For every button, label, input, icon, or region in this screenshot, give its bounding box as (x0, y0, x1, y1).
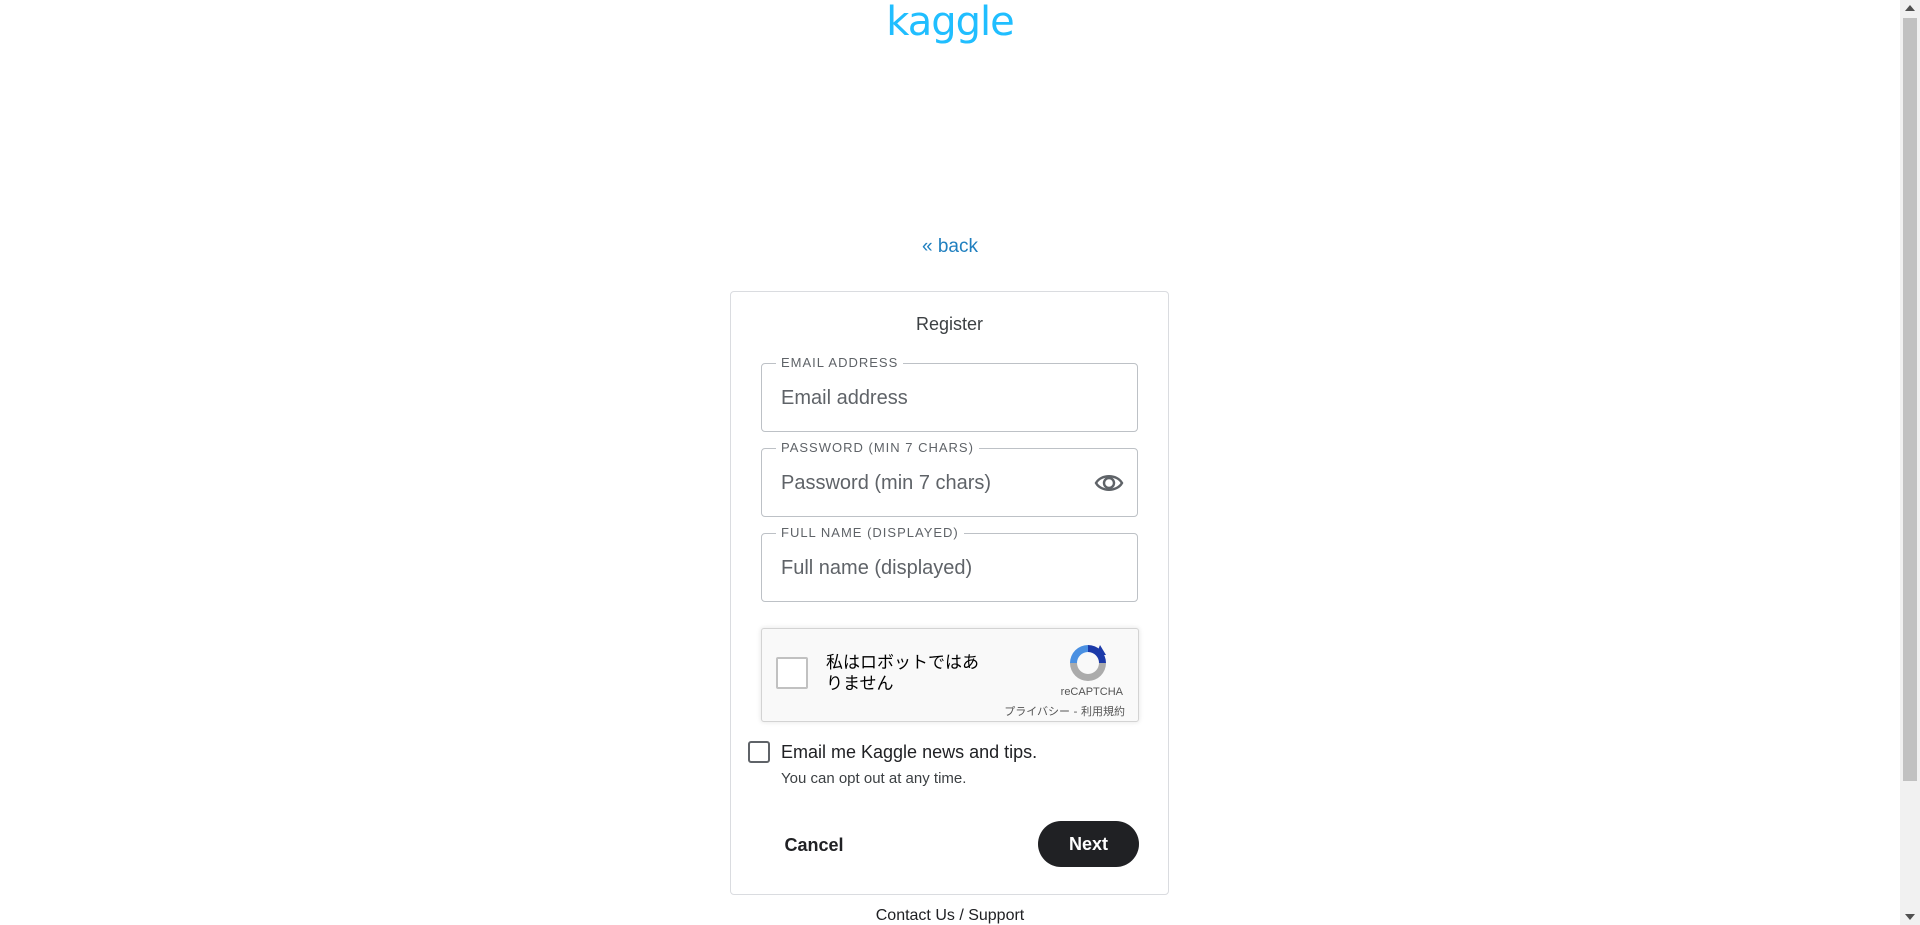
contact-support-link[interactable]: Contact Us / Support (0, 907, 1900, 925)
recaptcha-links: プライバシー - 利用規約 (1004, 703, 1125, 719)
cancel-button[interactable]: Cancel (769, 823, 859, 867)
full-name-field: FULL NAME (DISPLAYED) (761, 525, 1138, 602)
recaptcha-widget: 私はロボットではありません reCAPTCHA プライバシー - 利用規約 (761, 628, 1139, 722)
email-field: EMAIL ADDRESS (761, 355, 1138, 432)
full-name-input[interactable] (781, 552, 1101, 584)
recaptcha-checkbox[interactable] (776, 657, 808, 689)
newsletter-label[interactable]: Email me Kaggle news and tips. (781, 742, 1037, 763)
next-button[interactable]: Next (1038, 821, 1139, 867)
recaptcha-terms-link[interactable]: 利用規約 (1081, 705, 1125, 718)
card-title: Register (915, 314, 984, 334)
scrollbar-thumb[interactable] (1903, 18, 1917, 781)
scroll-up-icon[interactable] (1905, 5, 1915, 11)
newsletter-sub: You can opt out at any time. (781, 770, 967, 787)
scroll-down-icon[interactable] (1905, 914, 1915, 920)
email-input[interactable] (781, 382, 1101, 414)
password-field: PASSWORD (MIN 7 CHARS) (761, 440, 1138, 517)
recaptcha-brand: reCAPTCHA (1060, 686, 1123, 698)
kaggle-logo[interactable]: kaggle (0, 0, 1900, 44)
scrollbar[interactable] (1900, 0, 1920, 925)
password-label: PASSWORD (MIN 7 CHARS) (776, 440, 979, 456)
register-card: Register EMAIL ADDRESS PASSWORD (MIN 7 C… (730, 291, 1169, 895)
back-link[interactable]: « back (0, 236, 1900, 258)
recaptcha-logo-icon (1066, 641, 1110, 685)
page: kaggle « back Register EMAIL ADDRESS PAS… (0, 0, 1920, 925)
password-input[interactable] (781, 467, 1101, 499)
eye-icon[interactable] (1094, 471, 1124, 495)
full-name-label: FULL NAME (DISPLAYED) (776, 525, 964, 541)
newsletter-checkbox[interactable] (748, 741, 770, 763)
email-label: EMAIL ADDRESS (776, 355, 904, 371)
recaptcha-privacy-link[interactable]: プライバシー (1004, 705, 1070, 718)
recaptcha-text: 私はロボットではありません (826, 653, 979, 694)
recaptcha-separator: - (1070, 705, 1081, 718)
